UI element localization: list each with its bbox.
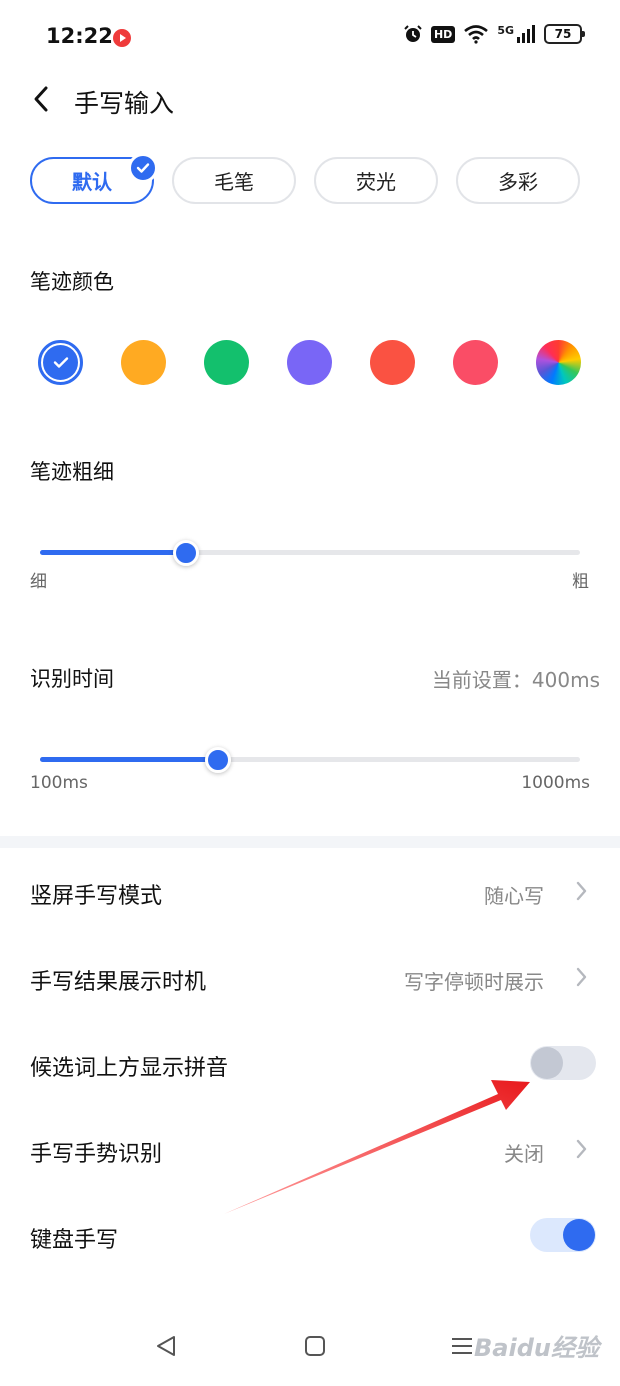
nav-menu-icon[interactable] — [450, 1334, 474, 1358]
annotation-arrow-icon — [224, 1080, 530, 1214]
navigation-bar: Baidu经验 — [0, 1316, 620, 1376]
nav-back-icon[interactable] — [154, 1334, 178, 1358]
nav-home-icon[interactable] — [303, 1334, 327, 1358]
watermark: Baidu经验 — [474, 1334, 599, 1362]
